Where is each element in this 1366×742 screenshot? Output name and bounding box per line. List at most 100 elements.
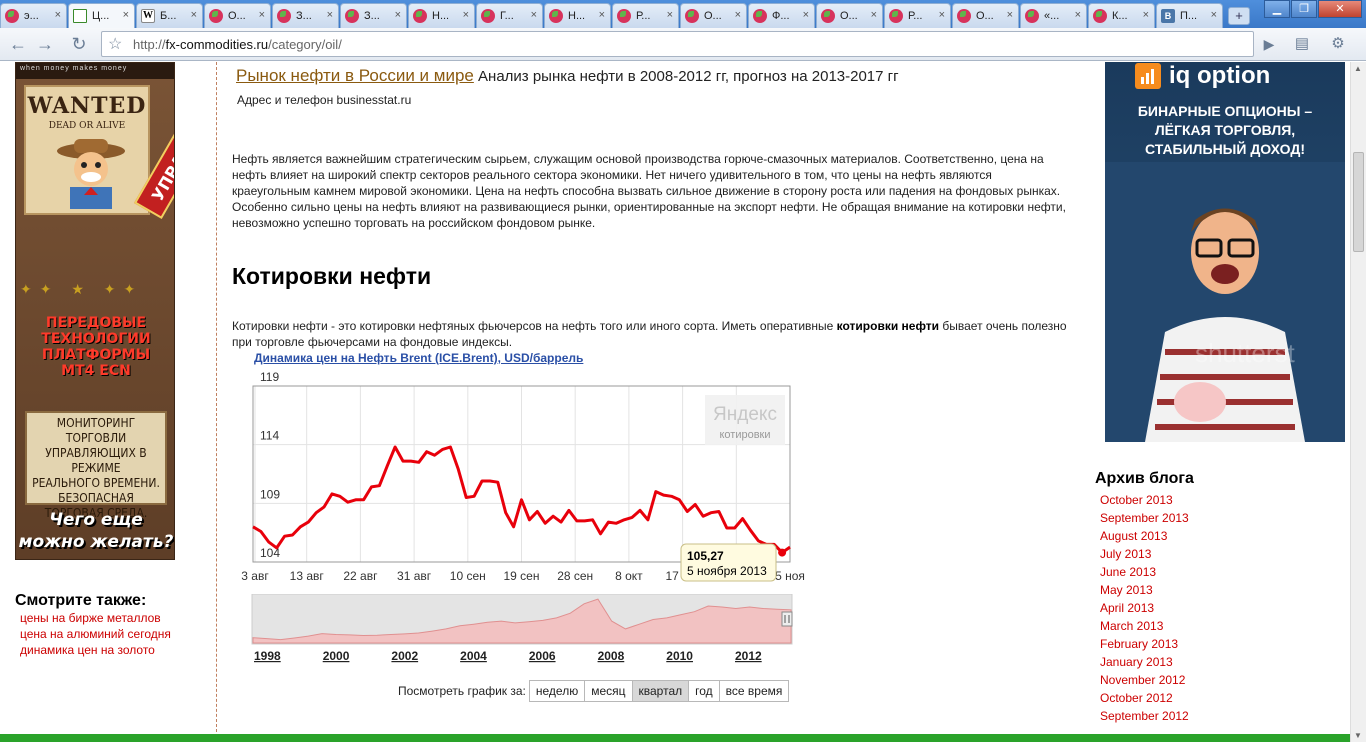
- browser-tab[interactable]: э... ×: [0, 3, 67, 28]
- history-navigator-chart[interactable]: 1998 2000 2002 2004 2006 2008 2010 2012: [250, 594, 800, 669]
- address-bar[interactable]: ☆ http://fx-commodities.ru/category/oil/: [101, 31, 1254, 57]
- tab-close-icon[interactable]: ×: [395, 9, 401, 21]
- period-button[interactable]: квартал: [631, 680, 690, 702]
- iq-option-banner-ad[interactable]: iq option БИНАРНЫЕ ОПЦИОНЫ – ЛЁГКАЯ ТОРГО…: [1105, 62, 1345, 442]
- flower-favicon-icon: [209, 9, 223, 23]
- browser-tab[interactable]: З... ×: [340, 3, 407, 28]
- navigator-year-label[interactable]: 2006: [529, 649, 556, 663]
- browser-tab[interactable]: Н... ×: [408, 3, 475, 28]
- maximize-button[interactable]: ❐: [1291, 0, 1317, 18]
- tab-close-icon[interactable]: ×: [1075, 9, 1081, 21]
- wanted-banner-ad[interactable]: when money makes money WANTED DEAD OR AL…: [15, 62, 175, 560]
- archive-month-link[interactable]: August 2013: [1100, 527, 1194, 545]
- navigator-year-label[interactable]: 2000: [323, 649, 350, 663]
- tab-bar: э... × Ц... × W Б... × О... × З... × З... × Н... × Г...…: [0, 0, 1366, 28]
- archive-month-link[interactable]: October 2013: [1100, 491, 1194, 509]
- wrench-menu-icon[interactable]: ⚙: [1326, 33, 1350, 55]
- browser-tab[interactable]: B П... ×: [1156, 3, 1223, 28]
- archive-month-link[interactable]: June 2013: [1100, 563, 1194, 581]
- text-ad-link[interactable]: Рынок нефти в России и мире: [236, 66, 474, 85]
- browser-tab[interactable]: Н... ×: [544, 3, 611, 28]
- see-also-link[interactable]: динамика цен на золото: [20, 642, 171, 658]
- x-tick-label: 8 окт: [615, 569, 643, 583]
- archive-month-link[interactable]: February 2013: [1100, 635, 1194, 653]
- column-divider: [216, 62, 217, 742]
- scroll-up-arrow-icon[interactable]: ▲: [1354, 64, 1362, 73]
- archive-month-link[interactable]: March 2013: [1100, 617, 1194, 635]
- ad-brand-strap: when money makes money: [16, 63, 174, 79]
- tab-close-icon[interactable]: ×: [191, 9, 197, 21]
- navigator-year-label[interactable]: 2004: [460, 649, 487, 663]
- tab-title: Н...: [432, 10, 450, 22]
- see-also-link[interactable]: цена на алюминий сегодня: [20, 626, 171, 642]
- browser-tab[interactable]: З... ×: [272, 3, 339, 28]
- period-button[interactable]: год: [688, 680, 720, 702]
- tab-close-icon[interactable]: ×: [55, 9, 61, 21]
- browser-tab[interactable]: О... ×: [204, 3, 271, 28]
- archive-month-link[interactable]: May 2013: [1100, 581, 1194, 599]
- archive-month-link[interactable]: November 2012: [1100, 671, 1194, 689]
- archive-month-link[interactable]: September 2012: [1100, 707, 1194, 725]
- period-button[interactable]: месяц: [584, 680, 633, 702]
- tab-close-icon[interactable]: ×: [1211, 9, 1217, 21]
- archive-month-link[interactable]: October 2012: [1100, 689, 1194, 707]
- navigator-year-label[interactable]: 2010: [666, 649, 693, 663]
- wikipedia-favicon-icon: W: [141, 9, 155, 23]
- browser-tab[interactable]: Ц... ×: [68, 3, 135, 28]
- new-tab-button[interactable]: +: [1228, 7, 1250, 25]
- browser-tab[interactable]: К... ×: [1088, 3, 1155, 28]
- brent-price-chart[interactable]: 104109114119 3 авг 13 авг 22 авг 31 авг 10 с…: [236, 367, 806, 587]
- see-also-link[interactable]: цены на бирже металлов: [20, 610, 171, 626]
- browser-tab[interactable]: О... ×: [952, 3, 1019, 28]
- tab-title: Р...: [636, 10, 651, 22]
- browser-tab[interactable]: W Б... ×: [136, 3, 203, 28]
- archive-month-link[interactable]: April 2013: [1100, 599, 1194, 617]
- browser-tab[interactable]: Р... ×: [884, 3, 951, 28]
- page-menu-icon[interactable]: ▤: [1290, 33, 1314, 55]
- back-arrow-icon[interactable]: ←: [6, 33, 30, 55]
- scroll-down-arrow-icon[interactable]: ▼: [1354, 731, 1362, 740]
- navigator-year-label[interactable]: 1998: [254, 649, 281, 663]
- navigator-year-label[interactable]: 2012: [735, 649, 762, 663]
- tab-close-icon[interactable]: ×: [871, 9, 877, 21]
- tab-close-icon[interactable]: ×: [1007, 9, 1013, 21]
- tab-close-icon[interactable]: ×: [327, 9, 333, 21]
- tab-close-icon[interactable]: ×: [667, 9, 673, 21]
- flower-favicon-icon: [413, 9, 427, 23]
- archive-month-link[interactable]: January 2013: [1100, 653, 1194, 671]
- browser-tab[interactable]: О... ×: [680, 3, 747, 28]
- archive-month-link[interactable]: July 2013: [1100, 545, 1194, 563]
- bookmark-star-icon[interactable]: ☆: [108, 34, 122, 54]
- navigator-handle[interactable]: [781, 611, 793, 627]
- wanted-poster: WANTED DEAD OR ALIVE: [24, 85, 150, 215]
- period-button[interactable]: неделю: [528, 680, 586, 702]
- tab-close-icon[interactable]: ×: [939, 9, 945, 21]
- tab-close-icon[interactable]: ×: [735, 9, 741, 21]
- tab-close-icon[interactable]: ×: [531, 9, 537, 21]
- text-ad-contact[interactable]: Адрес и телефон businesstat.ru: [237, 93, 411, 107]
- browser-tab[interactable]: Г... ×: [476, 3, 543, 28]
- navigator-year-label[interactable]: 2008: [598, 649, 625, 663]
- go-arrow-icon[interactable]: ▶: [1257, 33, 1281, 55]
- close-window-button[interactable]: ✕: [1318, 0, 1362, 18]
- vertical-scrollbar[interactable]: ▲ ▼: [1350, 62, 1366, 742]
- browser-tab[interactable]: О... ×: [816, 3, 883, 28]
- tab-close-icon[interactable]: ×: [259, 9, 265, 21]
- navigator-year-label[interactable]: 2002: [391, 649, 418, 663]
- period-button[interactable]: все время: [718, 680, 790, 702]
- tab-close-icon[interactable]: ×: [803, 9, 809, 21]
- scrollbar-thumb[interactable]: [1353, 152, 1364, 252]
- archive-month-link[interactable]: September 2013: [1100, 509, 1194, 527]
- tab-close-icon[interactable]: ×: [599, 9, 605, 21]
- iq-slogan: БИНАРНЫЕ ОПЦИОНЫ – ЛЁГКАЯ ТОРГОВЛЯ, СТАБИЛ…: [1137, 103, 1313, 157]
- browser-tab[interactable]: «... ×: [1020, 3, 1087, 28]
- reload-icon[interactable]: ↻: [67, 33, 91, 55]
- tab-close-icon[interactable]: ×: [463, 9, 469, 21]
- forward-arrow-icon[interactable]: →: [33, 33, 57, 55]
- browser-tab[interactable]: Ф... ×: [748, 3, 815, 28]
- minimize-button[interactable]: ▁: [1264, 0, 1290, 18]
- chart-title-link[interactable]: Динамика цен на Нефть Brent (ICE.Brent),…: [254, 351, 583, 365]
- tab-close-icon[interactable]: ×: [1143, 9, 1149, 21]
- tab-close-icon[interactable]: ×: [123, 9, 129, 21]
- browser-tab[interactable]: Р... ×: [612, 3, 679, 28]
